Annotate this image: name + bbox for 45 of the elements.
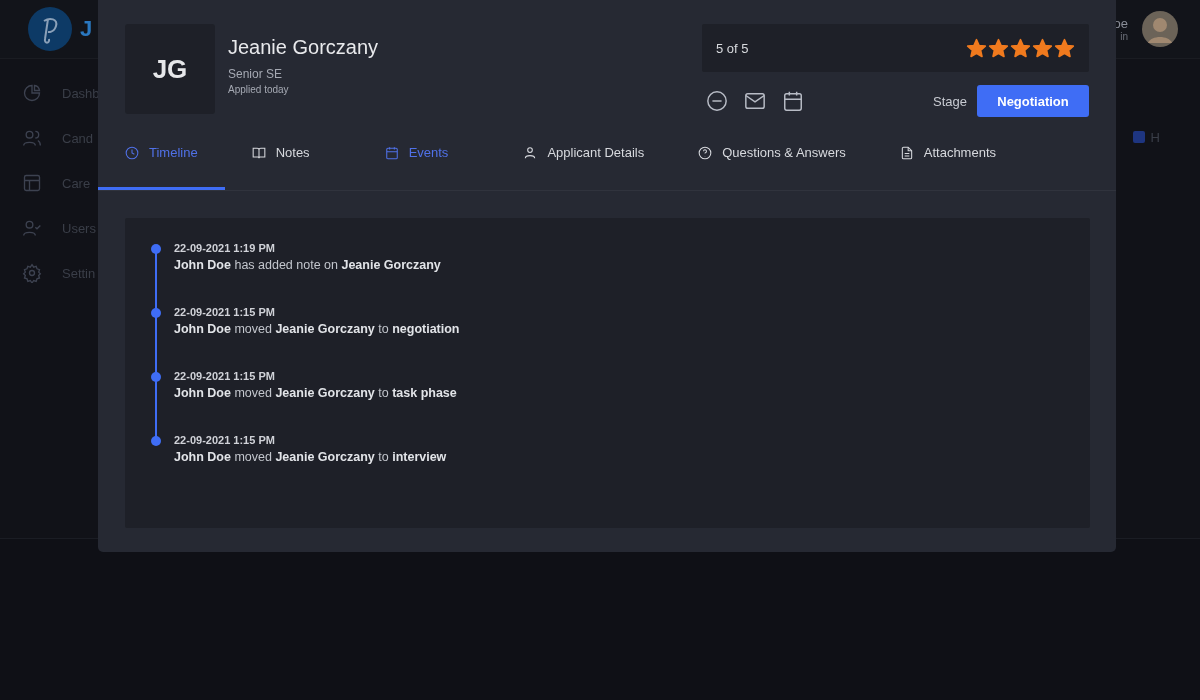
document-icon [899, 145, 914, 160]
rating-count: 5 of 5 [716, 40, 749, 56]
event-description: John Doe moved Jeanie Gorczany to negotiation [174, 322, 460, 336]
tab[interactable]: Attachments [872, 118, 1024, 190]
logo-icon [28, 7, 72, 51]
star-icon[interactable] [1054, 37, 1075, 59]
tab[interactable]: Events [357, 118, 497, 190]
pie-chart-icon [22, 83, 42, 103]
mail-icon[interactable] [744, 90, 766, 112]
tab[interactable]: Questions & Answers [671, 118, 873, 190]
users-icon [22, 128, 42, 148]
event-time: 22-09-2021 1:15 PM [174, 306, 276, 318]
question-icon [698, 145, 713, 160]
user-check-icon [22, 218, 42, 238]
event-time: 22-09-2021 1:15 PM [174, 434, 276, 446]
event-time: 22-09-2021 1:15 PM [174, 370, 276, 382]
event-description: John Doe moved Jeanie Gorczany to task phase [174, 386, 457, 400]
legend-swatch [1132, 131, 1145, 143]
avatar-icon[interactable] [1142, 11, 1178, 47]
star-icon[interactable] [966, 37, 987, 59]
user-icon [523, 145, 538, 160]
settings-icon [22, 263, 42, 283]
calendar-icon [384, 145, 399, 160]
layout-icon [22, 173, 42, 193]
applied-date: Applied today [228, 84, 290, 95]
clock-icon [125, 145, 139, 160]
user-role: in [1120, 31, 1128, 42]
star-icon[interactable] [988, 37, 1009, 59]
event-time: 22-09-2021 1:19 PM [174, 242, 276, 254]
candidate-position: Senior SE [228, 67, 284, 81]
logo-text: J [80, 16, 93, 42]
calendar-icon[interactable] [782, 90, 804, 112]
tab[interactable]: Applicant Details [496, 118, 672, 190]
event-description: John Doe has added note on Jeanie Gorczany [174, 258, 441, 272]
tab[interactable]: Notes [224, 118, 358, 190]
event-description: John Doe moved Jeanie Gorczany to interview [174, 450, 447, 464]
book-icon [251, 145, 266, 160]
candidate-avatar: JG [125, 24, 215, 114]
stage-button[interactable]: Negotiation [977, 85, 1089, 117]
minus-circle-icon[interactable] [706, 90, 728, 112]
star-icon[interactable] [1010, 37, 1031, 59]
tab[interactable]: Timeline [98, 118, 225, 190]
star-icon[interactable] [1032, 37, 1053, 59]
candidate-name: Jeanie Gorczany [228, 36, 379, 59]
stage-label: Stage [933, 93, 967, 109]
